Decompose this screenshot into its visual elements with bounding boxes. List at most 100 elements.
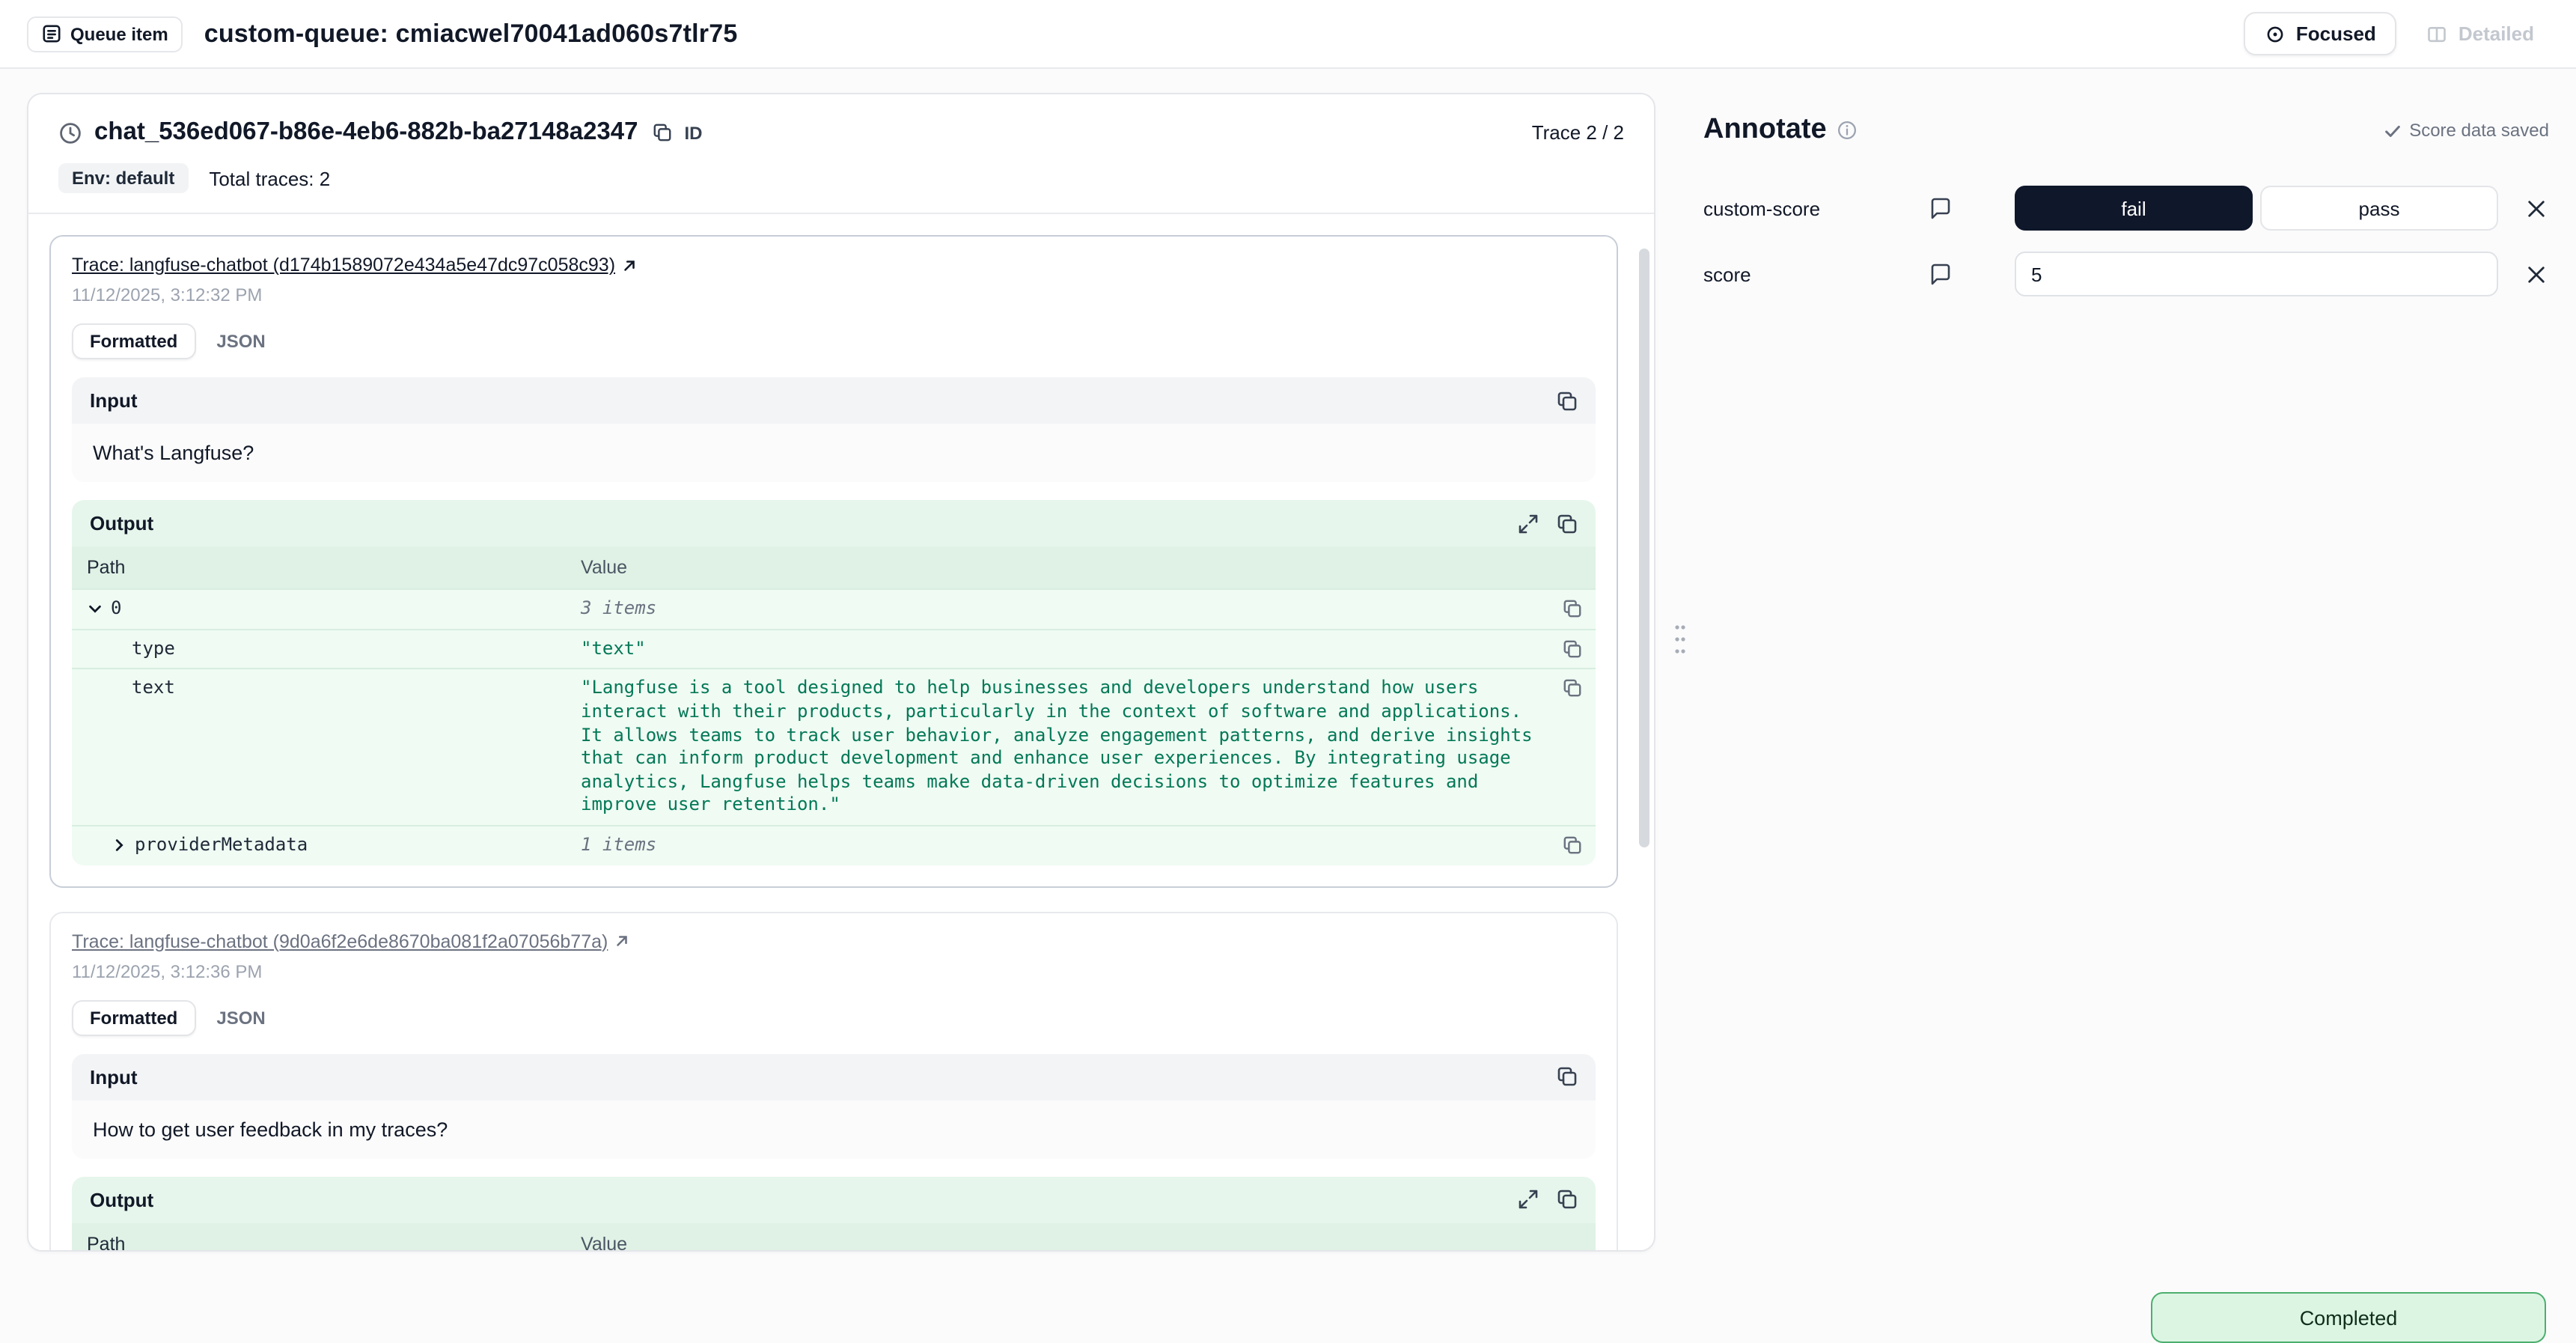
copy-row-icon[interactable]: [1548, 826, 1596, 864]
score-row-score: score: [1703, 252, 2549, 296]
format-tabs: Formatted JSON: [72, 323, 1596, 359]
output-label: Output: [90, 1188, 153, 1210]
clock-icon: [58, 121, 82, 144]
chevron-down-icon[interactable]: [87, 600, 103, 617]
trace-panel-header: chat_536ed067-b86e-4eb6-882b-ba27148a234…: [28, 94, 1654, 193]
output-section: Output: [72, 500, 1596, 865]
table-row: 0 3 items: [72, 589, 1596, 629]
copy-row-icon[interactable]: [1548, 630, 1596, 668]
score-option-pass[interactable]: pass: [2260, 186, 2498, 231]
input-value: What's Langfuse?: [72, 424, 1596, 482]
input-section: Input How to get user feedback in my tra…: [72, 1053, 1596, 1158]
format-tabs: Formatted JSON: [72, 999, 1596, 1035]
traces-scroll-area[interactable]: Trace: langfuse-chatbot (d174b1589072e43…: [28, 214, 1654, 1250]
numeric-score-input[interactable]: [2015, 252, 2498, 296]
trace-link[interactable]: Trace: langfuse-chatbot (d174b1589072e43…: [72, 255, 615, 275]
trace-panel: chat_536ed067-b86e-4eb6-882b-ba27148a234…: [27, 93, 1655, 1252]
panel-resize-handle[interactable]: [1670, 614, 1689, 665]
app-root: Queue item custom-queue: cmiacwel70041ad…: [0, 0, 2576, 1343]
json-value: "Langfuse is a tool designed to help bus…: [566, 670, 1548, 825]
expand-output-icon[interactable]: [1518, 1189, 1539, 1210]
view-mode-toggle: Focused Detailed: [2244, 12, 2549, 55]
copy-output-icon[interactable]: [1557, 1189, 1578, 1210]
external-link-icon: [621, 257, 638, 273]
id-label: ID: [685, 122, 703, 143]
input-label: Input: [90, 389, 138, 412]
queue-item-badge-label: Queue item: [70, 23, 168, 44]
delete-score-button[interactable]: [2524, 195, 2549, 221]
annotate-title: Annotate: [1703, 114, 1827, 147]
table-row: providerMetadata 1 items: [72, 825, 1596, 865]
json-value: 1 items: [566, 826, 1548, 865]
env-badge: Env: default: [58, 163, 188, 193]
column-header-value: Value: [566, 1222, 1548, 1250]
save-status-label: Score data saved: [2409, 120, 2549, 141]
output-json-table: Path Value 0: [72, 546, 1596, 865]
tab-json[interactable]: JSON: [204, 1001, 277, 1034]
trace-timestamp: 11/12/2025, 3:12:36 PM: [72, 960, 1596, 981]
trace-timestamp: 11/12/2025, 3:12:32 PM: [72, 284, 1596, 305]
chevron-right-icon[interactable]: [111, 836, 127, 853]
trace-counter: Trace 2 / 2: [1532, 121, 1624, 144]
copy-row-icon[interactable]: [1548, 591, 1596, 628]
expand-output-icon[interactable]: [1518, 513, 1539, 534]
table-row: text "Langfuse is a tool designed to hel…: [72, 669, 1596, 825]
copy-input-icon[interactable]: [1557, 1066, 1578, 1087]
input-value: How to get user feedback in my traces?: [72, 1100, 1596, 1158]
tab-formatted[interactable]: Formatted: [72, 999, 195, 1035]
input-label: Input: [90, 1065, 138, 1088]
annotate-panel: Annotate Score data saved custom-score: [1703, 93, 2549, 1276]
external-link-icon: [614, 933, 630, 949]
detailed-view-label: Detailed: [2459, 22, 2534, 45]
input-section: Input What's Langfuse?: [72, 377, 1596, 482]
copy-row-icon[interactable]: [1548, 670, 1596, 707]
categorical-score-options: fail pass: [2015, 186, 2498, 231]
scrollbar-thumb[interactable]: [1639, 249, 1649, 847]
session-title: chat_536ed067-b86e-4eb6-882b-ba27148a234…: [94, 118, 638, 147]
column-header-value: Value: [566, 546, 1548, 589]
trace-item-1: Trace: langfuse-chatbot (d174b1589072e43…: [49, 235, 1618, 887]
info-icon[interactable]: [1837, 120, 1858, 141]
table-row: type "text": [72, 629, 1596, 669]
columns-icon: [2427, 23, 2448, 44]
tab-formatted[interactable]: Formatted: [72, 323, 195, 359]
delete-score-button[interactable]: [2524, 261, 2549, 287]
copy-input-icon[interactable]: [1557, 390, 1578, 411]
score-option-fail[interactable]: fail: [2015, 186, 2253, 231]
column-header-path: Path: [72, 1222, 566, 1250]
score-label: custom-score: [1703, 197, 1928, 219]
json-path: 0: [111, 598, 121, 619]
queue-item-badge: Queue item: [27, 16, 183, 52]
comment-icon[interactable]: [1928, 262, 1952, 286]
output-label: Output: [90, 512, 153, 535]
trace-item-2: Trace: langfuse-chatbot (9d0a6f2e6de8670…: [49, 911, 1618, 1250]
json-value: 3 items: [566, 591, 1548, 629]
top-header: Queue item custom-queue: cmiacwel70041ad…: [0, 0, 2576, 69]
copy-id-icon[interactable]: [653, 123, 673, 142]
focused-view-label: Focused: [2296, 22, 2376, 45]
focus-icon: [2265, 23, 2286, 44]
json-path: type: [132, 638, 175, 659]
column-header-path: Path: [72, 546, 566, 589]
trace-link[interactable]: Trace: langfuse-chatbot (9d0a6f2e6de8670…: [72, 931, 608, 951]
total-traces-label: Total traces: 2: [209, 167, 330, 189]
footer-bar: Completed: [0, 1276, 2576, 1343]
json-value: "text": [566, 630, 1548, 669]
panel-gap: [1655, 93, 1703, 1276]
completed-button[interactable]: Completed: [2151, 1292, 2546, 1343]
page-title: custom-queue: cmiacwel70041ad060s7tlr75: [204, 19, 738, 49]
save-status: Score data saved: [2382, 120, 2549, 141]
tab-json[interactable]: JSON: [204, 325, 277, 358]
json-path: providerMetadata: [135, 834, 308, 855]
detailed-view-button[interactable]: Detailed: [2412, 13, 2549, 54]
main-content: chat_536ed067-b86e-4eb6-882b-ba27148a234…: [0, 69, 2576, 1276]
focused-view-button[interactable]: Focused: [2244, 12, 2397, 55]
comment-icon[interactable]: [1928, 196, 1952, 220]
copy-output-icon[interactable]: [1557, 513, 1578, 534]
check-icon: [2382, 121, 2402, 140]
queue-icon: [42, 24, 61, 43]
output-json-table: Path Value 0: [72, 1222, 1596, 1250]
score-label: score: [1703, 263, 1928, 285]
score-row-custom-score: custom-score fail pass: [1703, 186, 2549, 231]
output-section: Output: [72, 1176, 1596, 1250]
